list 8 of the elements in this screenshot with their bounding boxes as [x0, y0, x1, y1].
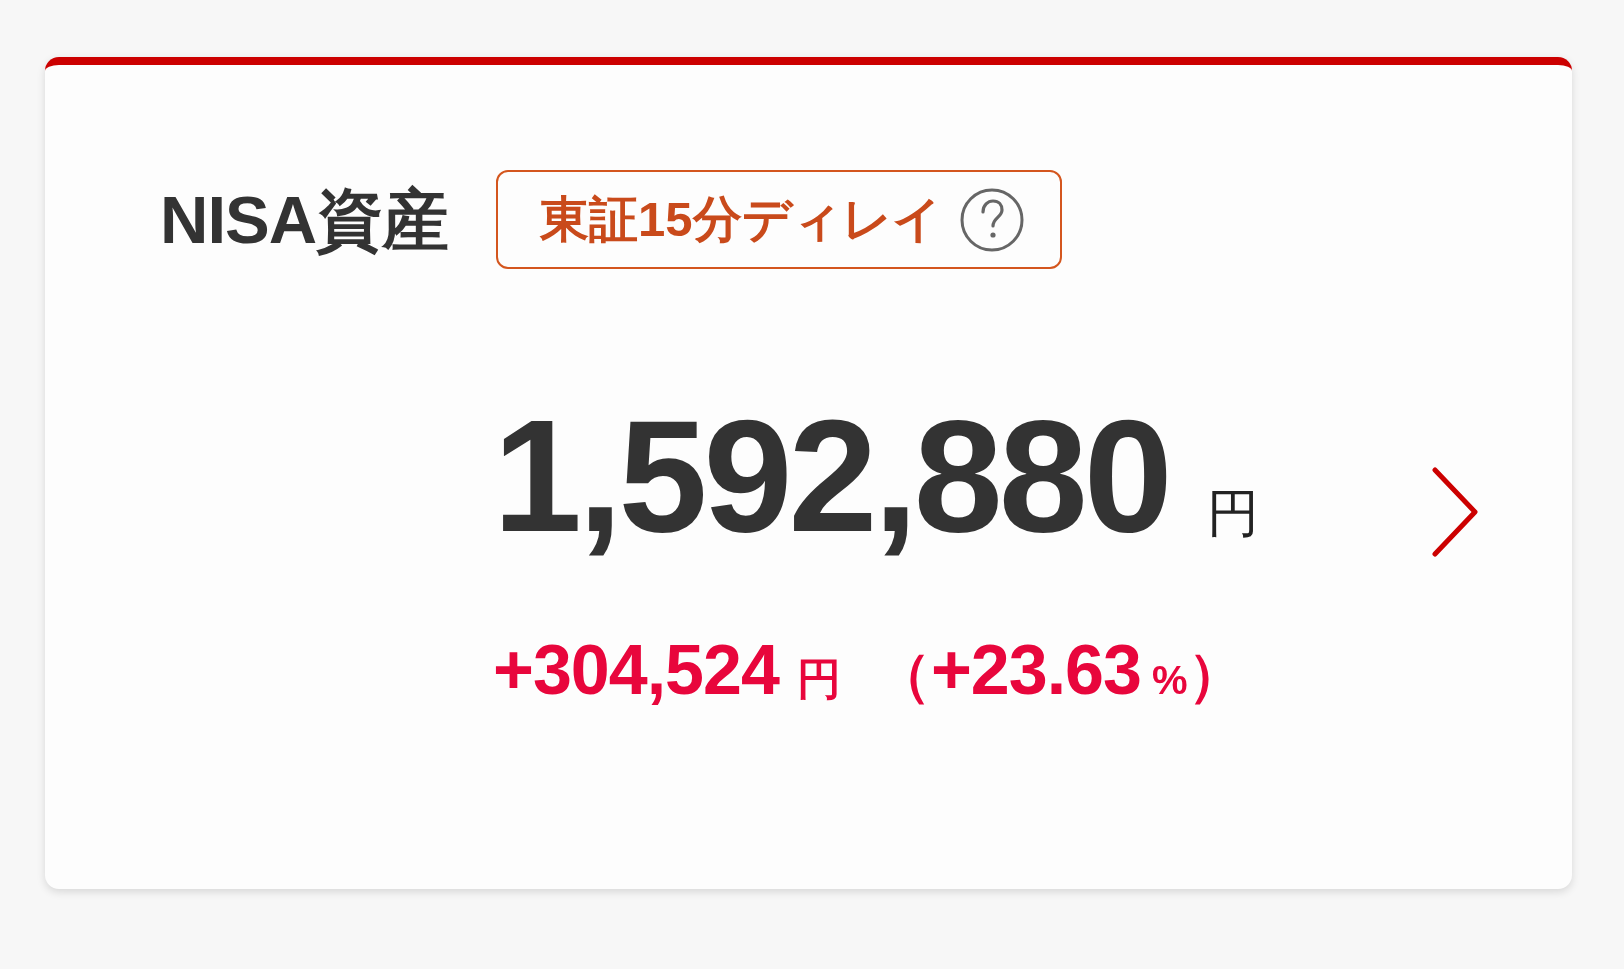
chevron-right-icon[interactable] — [1431, 466, 1479, 558]
delay-label: 東証15分ディレイ — [540, 195, 942, 244]
change-percent: （+23.63%） — [874, 635, 1244, 705]
help-icon[interactable] — [959, 187, 1024, 252]
currency-unit: 円 — [1206, 487, 1259, 539]
change-amount: +304,524 — [493, 635, 779, 705]
change-currency-unit: 円 — [796, 657, 841, 701]
total-amount: 1,592,880 — [493, 396, 1169, 556]
